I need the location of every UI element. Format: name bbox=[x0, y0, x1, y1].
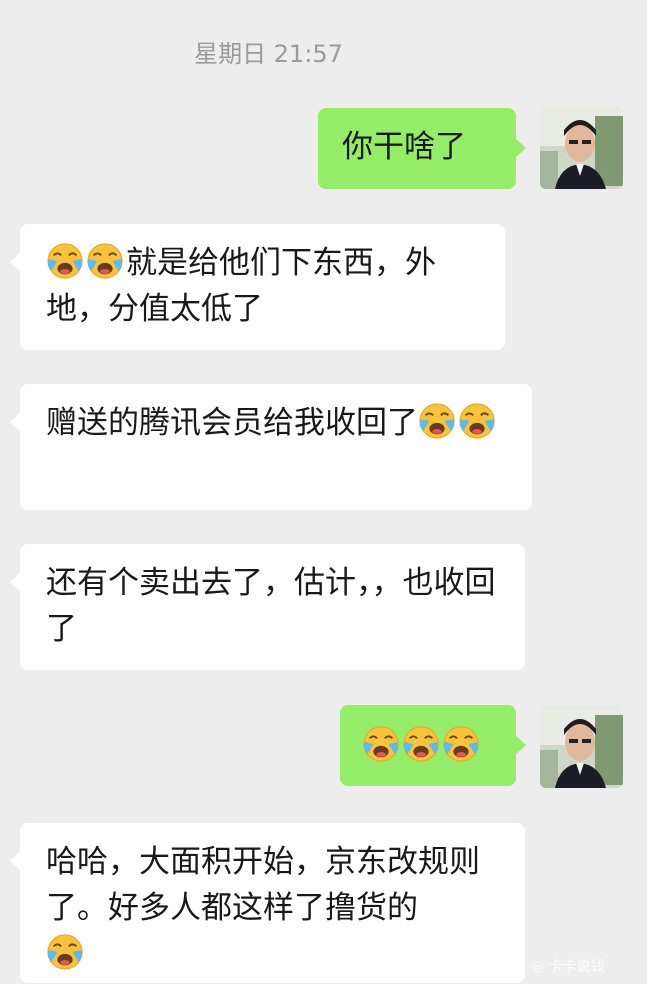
chat-timestamp: 星期日 21:57 bbox=[194, 40, 343, 68]
incoming-message-bubble[interactable]: 就是给他们下东西，外地，分值太低了 bbox=[10, 224, 505, 350]
crying-face-icon bbox=[46, 933, 84, 971]
incoming-message-bubble[interactable]: 哈哈，大面积开始，京东改规则了。好多人都这样了撸货的 bbox=[10, 823, 525, 983]
message-text: 哈哈，大面积开始，京东改规则了。好多人都这样了撸货的 bbox=[46, 844, 480, 926]
crying-face-icon bbox=[418, 402, 456, 440]
crying-face-icon bbox=[362, 725, 400, 763]
user-avatar[interactable] bbox=[540, 705, 623, 788]
user-avatar[interactable] bbox=[540, 106, 623, 189]
outgoing-message-bubble[interactable] bbox=[340, 705, 526, 786]
watermark: ◎ 卡卡说钱 bbox=[532, 959, 605, 975]
wechat-icon: ◎ bbox=[532, 959, 545, 975]
message-text: 还有个卖出去了，估计，，也收回了 bbox=[46, 565, 496, 647]
crying-face-icon bbox=[86, 242, 124, 280]
incoming-message-bubble[interactable]: 还有个卖出去了，估计，，也收回了 bbox=[10, 544, 525, 670]
crying-face-icon bbox=[46, 242, 84, 280]
crying-face-icon bbox=[442, 725, 480, 763]
message-text: 赠送的腾讯会员给我收回了 bbox=[46, 405, 418, 441]
crying-face-icon bbox=[458, 402, 496, 440]
incoming-message-bubble[interactable]: 赠送的腾讯会员给我收回了 bbox=[10, 384, 532, 510]
outgoing-message-bubble[interactable]: 你干啥了 bbox=[318, 108, 526, 189]
message-text: 你干啥了 bbox=[342, 129, 466, 165]
crying-face-icon bbox=[402, 725, 440, 763]
